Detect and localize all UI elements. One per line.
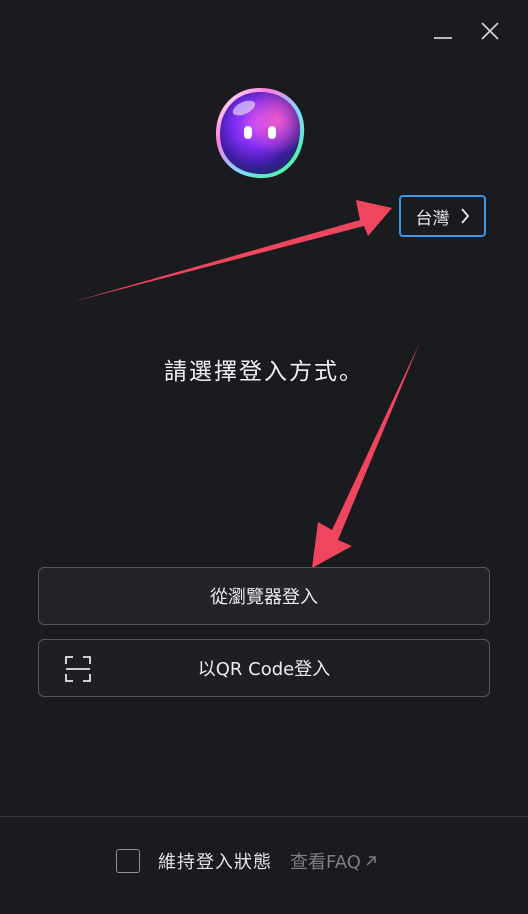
faq-link[interactable]: 查看FAQ <box>290 848 377 874</box>
close-button[interactable] <box>477 18 503 44</box>
region-label: 台灣 <box>415 208 450 229</box>
qr-scan-icon <box>65 656 91 682</box>
close-icon <box>481 22 499 40</box>
region-selector-button[interactable]: 台灣 <box>399 195 486 237</box>
footer-divider <box>0 816 528 817</box>
minimize-icon <box>434 37 452 39</box>
faq-label: 查看FAQ <box>290 852 361 873</box>
bubble-mascot-logo-icon <box>215 87 305 179</box>
login-method-prompt: 請選擇登入方式。 <box>164 359 364 385</box>
login-with-qr-label: 以QR Code登入 <box>197 659 331 680</box>
login-with-browser-button[interactable]: 從瀏覽器登入 <box>38 567 490 625</box>
minimize-button[interactable] <box>430 18 456 44</box>
footer-bar: 維持登入狀態 查看FAQ <box>116 846 377 876</box>
external-link-arrow-icon <box>366 856 376 866</box>
app-logo <box>208 82 312 186</box>
chevron-right-icon <box>460 208 469 224</box>
annotation-arrow-region <box>72 200 392 302</box>
login-with-browser-label: 從瀏覽器登入 <box>210 587 318 608</box>
login-with-qr-button[interactable]: 以QR Code登入 <box>38 639 490 697</box>
keep-login-checkbox[interactable] <box>116 849 140 873</box>
keep-login-label[interactable]: 維持登入狀態 <box>158 848 272 874</box>
